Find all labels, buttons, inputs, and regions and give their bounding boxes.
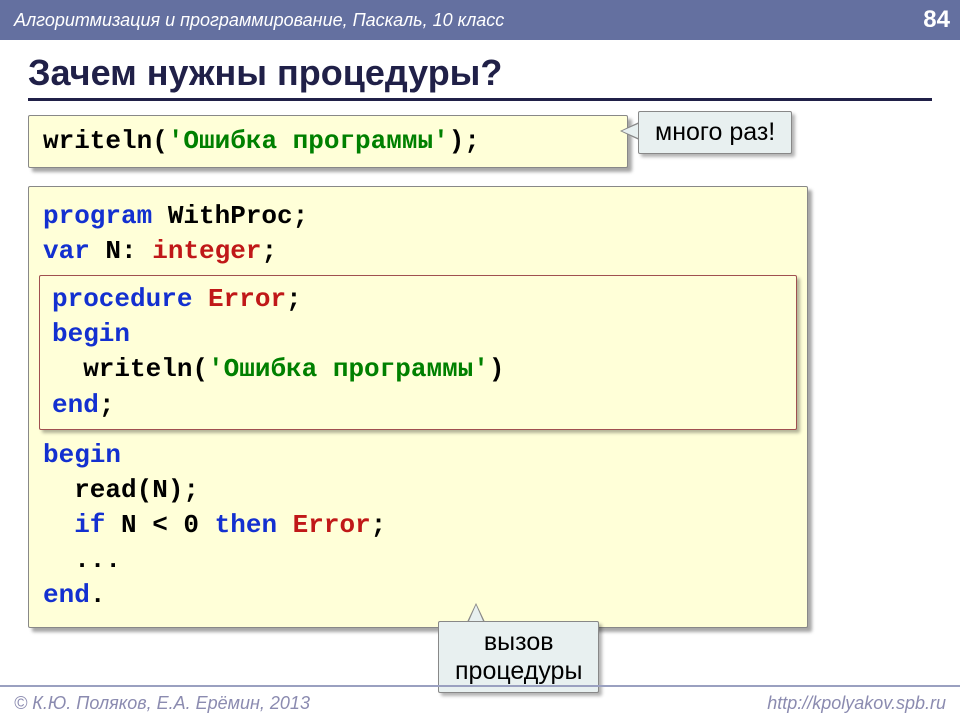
code-snippet-1: writeln('Ошибка программы'); [28,115,628,168]
code-text: ... [43,545,121,575]
code-text: ; [99,390,115,420]
code-text: . [90,580,106,610]
kw: begin [52,319,130,349]
copyright: © К.Ю. Поляков, Е.А. Ерёмин, 2013 [14,693,310,714]
code-string: 'Ошибка программы' [208,354,489,384]
kw: end [43,580,90,610]
callout-tail-icon [467,603,485,622]
callout-tail-icon [620,122,639,140]
code-text: ; [286,284,302,314]
kw: end [52,390,99,420]
kw: program [43,201,152,231]
code-text: read(N); [43,475,199,505]
code-text: ; [261,236,277,266]
kw: then [215,510,293,540]
kw: var [43,236,90,266]
code-string: 'Ошибка программы' [168,126,449,156]
code-text: N < 0 [105,510,214,540]
slide-footer: © К.Ю. Поляков, Е.А. Ерёмин, 2013 http:/… [0,685,960,720]
code-fn: writeln [43,126,152,156]
type: integer [152,236,261,266]
code-text: ( [152,126,168,156]
code-text: ); [449,126,480,156]
slide-title: Зачем нужны процедуры? [28,52,960,94]
content-area: writeln('Ошибка программы'); много раз! … [0,115,960,628]
kw: if [43,510,105,540]
proc-call: Error [293,510,371,540]
page-number: 84 [923,6,950,34]
callout-text: вызов [484,628,554,656]
callout-text: процедуры [455,657,582,685]
callout-many-times: много раз! [638,111,792,154]
kw: begin [43,440,121,470]
proc-name: Error [208,284,286,314]
code-text: N: [90,236,152,266]
title-rule [28,98,932,101]
callout-text: много раз! [655,118,775,146]
code-text: writeln( [52,354,208,384]
kw: procedure [52,284,208,314]
code-text: ; [371,510,387,540]
slide-header: Алгоритмизация и программирование, Паска… [0,0,960,40]
callout-procedure-call: вызов процедуры [438,621,599,693]
header-subject: Алгоритмизация и программирование, Паска… [14,10,504,31]
author-url[interactable]: http://kpolyakov.spb.ru [767,693,946,714]
code-snippet-2: program WithProc; var N: integer;procedu… [28,186,808,628]
code-text: WithProc; [152,201,308,231]
code-text: ) [489,354,505,384]
procedure-definition-box: procedure Error; begin writeln('Ошибка п… [39,275,797,429]
